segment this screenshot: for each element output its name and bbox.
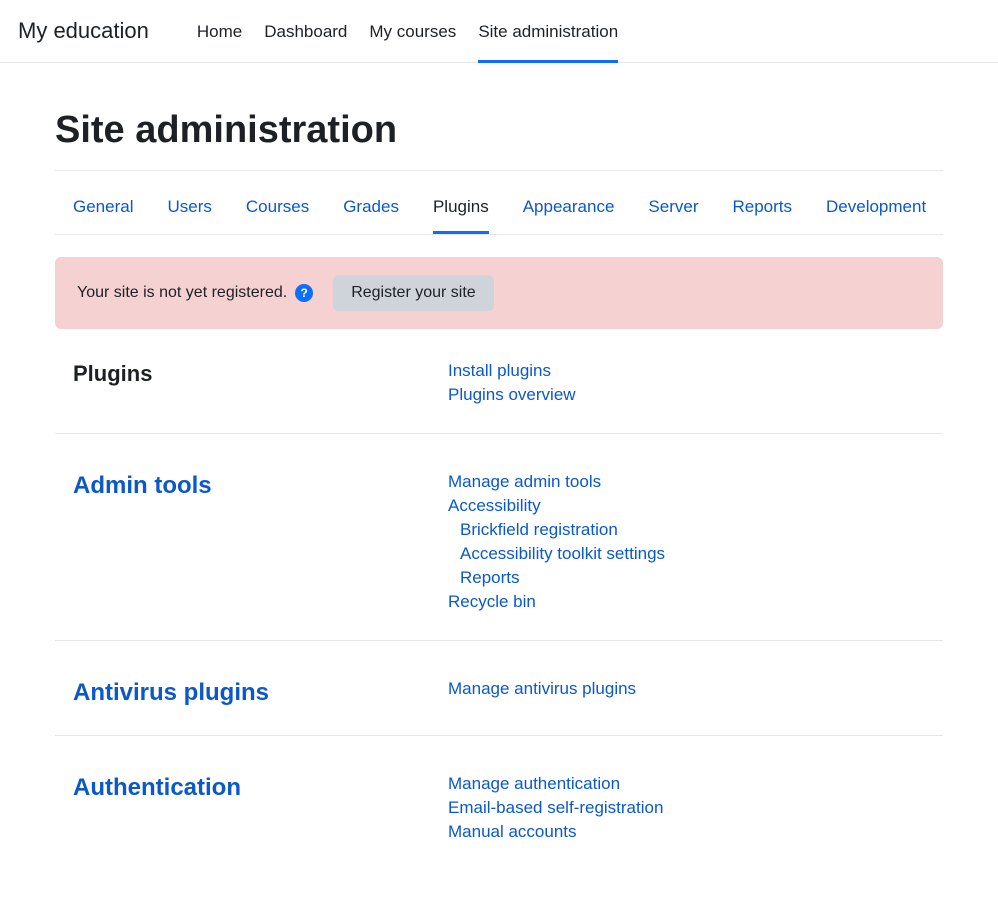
divider xyxy=(55,234,943,235)
tab-grades[interactable]: Grades xyxy=(343,191,399,234)
settings-link[interactable]: Manage antivirus plugins xyxy=(448,679,925,699)
settings-link[interactable]: Manage admin tools xyxy=(448,472,925,492)
tab-development[interactable]: Development xyxy=(826,191,926,234)
page-title: Site administration xyxy=(55,109,943,152)
tab-users[interactable]: Users xyxy=(167,191,211,234)
section-links: Manage authentication Email-based self-re… xyxy=(448,774,925,842)
tab-appearance[interactable]: Appearance xyxy=(523,191,615,234)
section-links: Manage antivirus plugins xyxy=(448,679,925,707)
settings-link[interactable]: Plugins overview xyxy=(448,385,925,405)
alert-text: Your site is not yet registered. xyxy=(77,284,287,302)
nav-item-my-courses[interactable]: My courses xyxy=(369,16,456,63)
tab-courses[interactable]: Courses xyxy=(246,191,309,234)
settings-link[interactable]: Email-based self-registration xyxy=(448,798,925,818)
settings-link[interactable]: Recycle bin xyxy=(448,592,925,612)
settings-section: Admin toolsManage admin tools Accessibili… xyxy=(55,462,943,641)
settings-link[interactable]: Install plugins xyxy=(448,361,925,381)
settings-section: PluginsInstall plugins Plugins overview xyxy=(55,351,943,434)
admin-tabs: General Users Courses Grades Plugins Appearan… xyxy=(55,181,943,234)
nav-item-dashboard[interactable]: Dashboard xyxy=(264,16,347,63)
section-links: Install plugins Plugins overview xyxy=(448,361,925,405)
primary-nav: HomeDashboardMy coursesSite administrati… xyxy=(197,16,618,46)
settings-link[interactable]: Accessibility toolkit settings xyxy=(448,544,925,564)
settings-link[interactable]: Brickfield registration xyxy=(448,520,925,540)
section-heading-plugins: Plugins xyxy=(73,361,448,405)
divider xyxy=(55,170,943,171)
page-content: Site administration GeneralUsersCoursesG… xyxy=(39,63,959,900)
link-group-label[interactable]: Accessibility xyxy=(448,496,925,516)
help-icon[interactable]: ? xyxy=(295,284,313,302)
top-navbar: My education HomeDashboardMy coursesSite… xyxy=(0,0,998,63)
tab-plugins[interactable]: Plugins xyxy=(433,191,489,234)
register-site-button[interactable]: Register your site xyxy=(333,275,494,311)
tab-reports[interactable]: Reports xyxy=(732,191,792,234)
settings-link[interactable]: Manage authentication xyxy=(448,774,925,794)
settings-link[interactable]: Manual accounts xyxy=(448,822,925,842)
registration-alert: Your site is not yet registered. ? Regis… xyxy=(55,257,943,329)
settings-section: Antivirus pluginsManage antivirus plugin… xyxy=(55,669,943,736)
section-heading-antivirus-plugins[interactable]: Antivirus plugins xyxy=(73,679,448,707)
settings-link[interactable]: Reports xyxy=(448,568,925,588)
tab-server[interactable]: Server xyxy=(648,191,698,234)
nav-item-home[interactable]: Home xyxy=(197,16,242,63)
section-links: Manage admin tools Accessibility Brickfiel… xyxy=(448,472,925,612)
nav-item-site-administration[interactable]: Site administration xyxy=(478,16,618,63)
section-heading-admin-tools[interactable]: Admin tools xyxy=(73,472,448,612)
section-heading-authentication[interactable]: Authentication xyxy=(73,774,448,842)
settings-section: AuthenticationManage authentication Email… xyxy=(55,764,943,870)
tab-general[interactable]: General xyxy=(73,191,133,234)
site-brand[interactable]: My education xyxy=(18,18,149,44)
